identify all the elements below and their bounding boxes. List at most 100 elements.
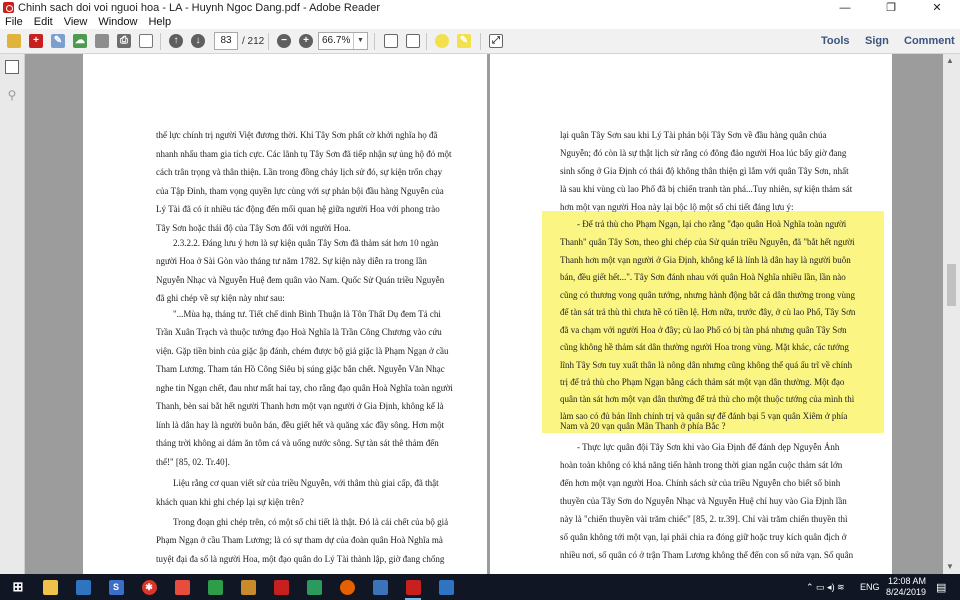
zoom-out-button[interactable]: − <box>275 32 293 50</box>
taskbar-app-10[interactable] <box>436 577 456 597</box>
taskbar-app-9[interactable] <box>370 577 390 597</box>
text-line: của Tập Đình, tham vọng quyền lực cùng v… <box>156 186 444 196</box>
text-line: thuyền của Tây Sơn do Nguyễn Nhạc và Ngu… <box>560 496 847 506</box>
sticky-note-button[interactable] <box>433 32 451 50</box>
zoom-value: 66.7% <box>322 35 351 46</box>
edit-pdf-button[interactable]: ✎ <box>49 32 67 50</box>
previous-page-button[interactable]: ↑ <box>167 32 185 50</box>
text-line: "...Mùa hạ, tháng tư. Tiết chế dinh Bình… <box>173 309 441 319</box>
taskbar-app-7[interactable] <box>271 577 291 597</box>
save-icon <box>95 34 109 48</box>
page-number-input[interactable]: 83 <box>214 32 238 50</box>
document-view[interactable]: thế lực chính trị người Việt đương thời.… <box>25 54 943 574</box>
scroll-up-arrow-icon[interactable]: ▲ <box>946 56 954 65</box>
text-line: hoàn toàn không có khả năng tiến hành tr… <box>560 460 843 470</box>
attachment-icon[interactable]: ⚲ <box>5 88 19 102</box>
envelope-icon <box>139 34 153 48</box>
save-button[interactable] <box>93 32 111 50</box>
notifications-icon[interactable]: ▤ <box>936 581 946 594</box>
cloud-upload-button[interactable]: ☁ <box>71 32 89 50</box>
scrollbar-thumb[interactable] <box>947 264 956 306</box>
vertical-scrollbar[interactable]: ▲ ▼ <box>943 54 960 574</box>
minimize-button[interactable]: — <box>822 0 868 15</box>
comment-button[interactable]: Comment <box>904 35 955 47</box>
text-line: nghe tin Ngạn chết, đau như mất hai tay,… <box>156 383 453 393</box>
app-icon <box>174 579 190 595</box>
taskbar-app-1[interactable] <box>73 577 93 597</box>
taskbar-app-2[interactable]: S <box>106 577 126 597</box>
text-line: Tây Sơn hoặc thái độ của Tây Sơn đối với… <box>156 223 351 233</box>
clock-date[interactable]: 8/24/2019 <box>886 587 926 597</box>
tools-button[interactable]: Tools <box>821 35 850 47</box>
menu-window[interactable]: Window <box>93 16 143 28</box>
pdf-page-left: thế lực chính trị người Việt đương thời.… <box>83 54 487 574</box>
text-line: này là "chiến thuyền vài trăm chiếc" [85… <box>560 514 848 524</box>
text-line: là sau khi vùng cù lao Phố đã bị chiến t… <box>560 184 853 194</box>
fit-width-icon <box>406 34 420 48</box>
firefox-button[interactable] <box>337 577 357 597</box>
taskbar-app-4[interactable] <box>172 577 192 597</box>
create-pdf-button[interactable]: + <box>27 32 45 50</box>
adobe-reader-icon <box>3 2 14 13</box>
text-line: nhiều nơi, số quân có ở trận Tham Lương … <box>560 550 854 560</box>
language-indicator[interactable]: ENG <box>860 582 880 592</box>
zoom-select[interactable]: 66.7% ▼ <box>318 32 368 50</box>
text-line: Thanh, bèn sai bắt hết người Thanh hơn m… <box>156 401 444 411</box>
text-line: lính là dân hay là người buôn bán, đều g… <box>156 420 445 430</box>
start-button[interactable]: ⊞ <box>8 577 28 597</box>
fit-page-icon <box>384 34 398 48</box>
menu-edit[interactable]: Edit <box>29 16 59 28</box>
firefox-icon <box>339 579 355 595</box>
sign-button[interactable]: Sign <box>865 35 889 47</box>
text-line: lĩnh Tây Sơn tuy xuất thân là nông dân n… <box>560 360 853 370</box>
text-line: Thanh hơn một vạn người ở Gia Định, khôn… <box>560 255 851 265</box>
taskbar-app-3[interactable]: ✱ <box>139 577 159 597</box>
app-icon <box>438 579 454 595</box>
app-icon <box>75 579 91 595</box>
highlight-text-button[interactable]: ✎ <box>455 32 473 50</box>
taskbar-app-6[interactable] <box>238 577 258 597</box>
menu-file[interactable]: File <box>0 16 29 28</box>
navigation-pane: ⚲ <box>0 54 25 574</box>
page-thumbnails-icon[interactable] <box>5 60 19 74</box>
fit-width-button[interactable] <box>404 32 422 50</box>
menu-help[interactable]: Help <box>143 16 177 28</box>
expand-button[interactable]: ⤢ <box>487 32 505 50</box>
pdf-icon <box>273 579 289 595</box>
windows-logo-icon: ⊞ <box>12 579 24 594</box>
chevron-down-icon[interactable]: ▼ <box>353 33 367 49</box>
window-title: Chinh sach doi voi nguoi hoa - LA - Huyn… <box>18 1 381 14</box>
pdf-page-right: lại quân Tây Sơn sau khi Lý Tài phản bội… <box>490 54 892 574</box>
expand-icon: ⤢ <box>489 34 503 48</box>
text-line: cũng có thương vong quân tướng, nhưng hà… <box>560 290 855 300</box>
highlighter-icon: ✎ <box>457 34 471 48</box>
next-page-button[interactable]: ↓ <box>189 32 207 50</box>
adobe-reader-icon <box>405 579 421 595</box>
tray-icons[interactable]: ⌃ ▭ ◂) ≋ <box>806 582 845 593</box>
clock-time[interactable]: 12:08 AM <box>888 576 926 586</box>
zoom-in-button[interactable]: + <box>297 32 315 50</box>
text-line: Tham Lương. Tham tán Hồ Công Siêu bị sún… <box>156 364 445 374</box>
print-button[interactable]: ⎙ <box>115 32 133 50</box>
text-line: số quân không tới một vạn, lại phải chia… <box>560 532 847 542</box>
taskbar-app-5[interactable] <box>205 577 225 597</box>
close-button[interactable]: ✕ <box>914 0 960 15</box>
text-line: Nguyễn; đó còn là sự thật lịch sử rằng c… <box>560 148 847 158</box>
file-explorer-button[interactable] <box>40 577 60 597</box>
text-line: bán, đều giết hết...". Tây Sơn đánh nhau… <box>560 272 846 282</box>
text-line: thế lực chính trị người Việt đương thời.… <box>156 130 438 140</box>
taskbar-app-8[interactable] <box>304 577 324 597</box>
text-line: 2.3.2.2. Đáng lưu ý hơn là sự kiện quân … <box>173 238 439 248</box>
text-line: Phạm Ngạn ở cầu Tham Lương; là có sự tha… <box>156 535 443 545</box>
open-folder-button[interactable] <box>5 32 23 50</box>
adobe-reader-taskbar-button[interactable] <box>403 577 423 600</box>
maximize-button[interactable]: ❐ <box>868 0 914 15</box>
text-line: đến hơn một vạn người Hoa. Chính sách sử… <box>560 478 841 488</box>
email-button[interactable] <box>137 32 155 50</box>
fit-page-button[interactable] <box>382 32 400 50</box>
menu-view[interactable]: View <box>59 16 94 28</box>
text-line: cũng không hề thảm sát dân thường người … <box>560 342 849 352</box>
scroll-down-arrow-icon[interactable]: ▼ <box>946 562 954 571</box>
text-line: hơn một vạn người Hoa này lại bộc lộ một… <box>560 202 794 212</box>
text-line: Trong đoạn ghi chép trên, có một số chi … <box>173 517 449 527</box>
